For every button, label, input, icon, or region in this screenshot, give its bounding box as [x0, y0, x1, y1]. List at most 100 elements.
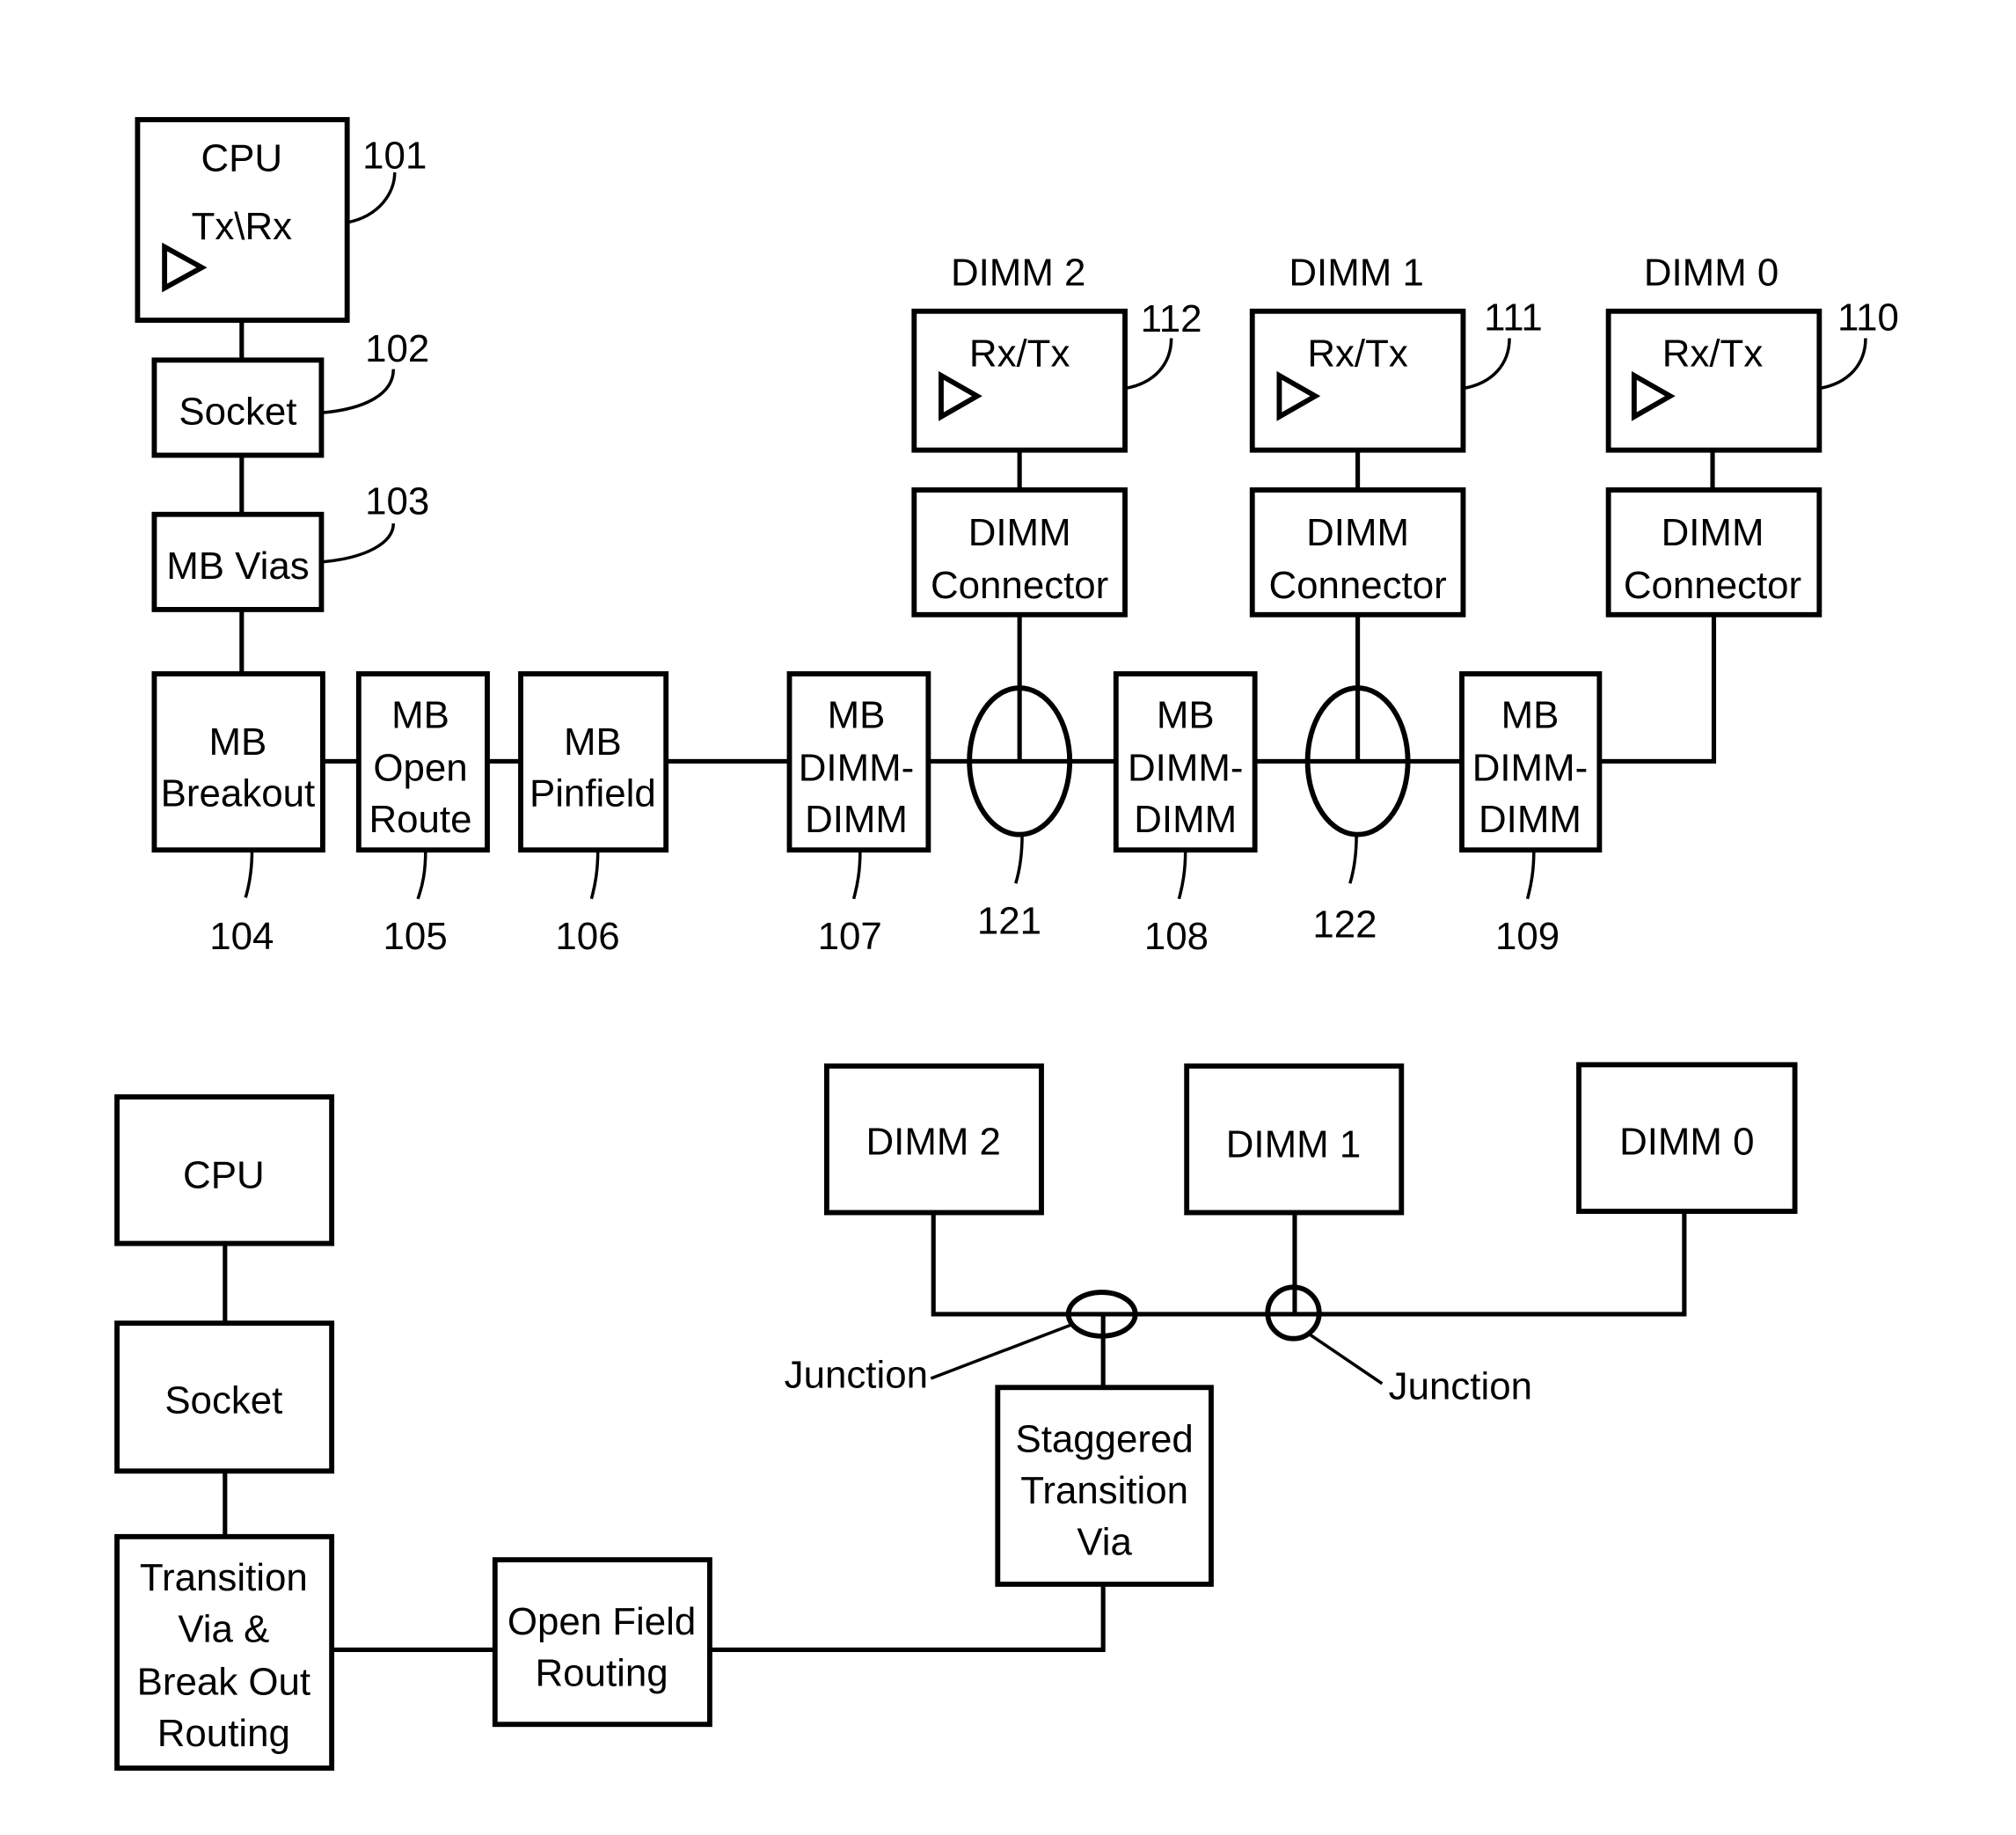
- mb-open-route-line-2: Open: [373, 746, 467, 789]
- leader-102: [321, 369, 396, 415]
- mb-dimm-dimm-107-line-1: MB: [828, 693, 886, 736]
- b-staggered-line-1: Staggered: [1015, 1417, 1193, 1460]
- leader-106: [589, 850, 600, 900]
- ref-110: 110: [1837, 296, 1899, 340]
- mb-breakout-line-2: Breakout: [161, 772, 315, 815]
- b-staggered-line-2: Transition: [1020, 1469, 1188, 1512]
- b-open-field-block: Open Field Routing: [492, 1557, 712, 1728]
- b-dimm1-label: DIMM 1: [1226, 1123, 1361, 1166]
- b-transition-line-3: Break Out: [137, 1661, 310, 1704]
- ref-101: 101: [362, 135, 427, 178]
- ref-121: 121: [977, 899, 1041, 942]
- dimm-2-connector-line-1: DIMM: [968, 511, 1071, 554]
- dimm-2-title: DIMM 2: [951, 252, 1085, 295]
- leader-109: [1525, 850, 1536, 900]
- b-cpu-block: CPU: [114, 1093, 335, 1246]
- b-junction-right-label: Junction: [1389, 1364, 1532, 1407]
- mb-vias-block: MB Vias: [151, 511, 325, 612]
- dimm-1-connector-line-1: DIMM: [1306, 511, 1409, 554]
- mb-pinfield-block: MB Pinfield: [518, 671, 669, 853]
- dimm-0-rxtx-label: Rx/Tx: [1662, 333, 1764, 376]
- memory-topology-diagram: CPU Tx\Rx 101 Socket 102 MB Vias 103 MB …: [114, 117, 1899, 1771]
- mb-breakout-block: MB Breakout: [151, 671, 325, 853]
- socket-label: Socket: [179, 390, 296, 433]
- b-dimm0-block: DIMM 0: [1576, 1062, 1798, 1214]
- leader-101: [347, 172, 397, 224]
- leader-110: [1819, 338, 1867, 391]
- mb-dimm-dimm-109-line-1: MB: [1501, 693, 1559, 736]
- mb-breakout-line-1: MB: [209, 720, 267, 764]
- mb-open-route-line-3: Route: [369, 798, 471, 841]
- b-socket-block: Socket: [114, 1320, 335, 1474]
- mb-dimm-dimm-108-line-1: MB: [1157, 693, 1215, 736]
- b-junction-left-label: Junction: [785, 1353, 928, 1396]
- b-transition-line-1: Transition: [140, 1556, 308, 1599]
- b-staggered-line-3: Via: [1077, 1520, 1132, 1563]
- ref-107: 107: [818, 915, 882, 958]
- ref-109: 109: [1495, 915, 1559, 958]
- ref-104: 104: [209, 915, 274, 958]
- mb-dimm-dimm-109-block: MB DIMM- DIMM: [1459, 671, 1603, 853]
- b-staggered-block: Staggered Transition Via: [995, 1385, 1214, 1587]
- b-dimm2-block: DIMM 2: [823, 1063, 1044, 1216]
- dimm-0-connector-line-2: Connector: [1624, 564, 1801, 607]
- dimm-0-connector-line-1: DIMM: [1662, 511, 1764, 554]
- dimm-1-group: DIMM 1 Rx/Tx DIMM Connector 111: [1249, 252, 1543, 618]
- mb-dimm-dimm-108-block: MB DIMM- DIMM: [1113, 671, 1258, 853]
- cpu-title: CPU: [201, 136, 283, 179]
- b-dimm1-block: DIMM 1: [1184, 1063, 1405, 1216]
- dimm-2-rxtx-label: Rx/Tx: [969, 333, 1070, 376]
- b-transition-line-4: Routing: [157, 1712, 290, 1755]
- ref-112: 112: [1141, 297, 1202, 340]
- b-cpu-label: CPU: [183, 1154, 265, 1197]
- leader-104: [244, 850, 254, 898]
- ref-122: 122: [1312, 903, 1377, 947]
- mb-dimm-dimm-107-line-2: DIMM-: [799, 746, 915, 789]
- b-junction-left-leader: [930, 1323, 1073, 1380]
- b-junction-right-leader: [1309, 1333, 1384, 1385]
- wire-main-bus-6: [1599, 614, 1717, 764]
- b-dimm2-label: DIMM 2: [866, 1121, 1000, 1164]
- dimm-1-rxtx-label: Rx/Tx: [1307, 333, 1408, 376]
- mb-dimm-dimm-109-line-3: DIMM: [1479, 798, 1581, 841]
- mb-open-route-block: MB Open Route: [355, 671, 490, 853]
- dimm-0-title: DIMM 0: [1644, 252, 1779, 295]
- mb-vias-label: MB Vias: [166, 545, 309, 588]
- leader-107: [851, 850, 862, 900]
- leader-112: [1124, 338, 1173, 391]
- dimm-1-connector-line-2: Connector: [1268, 564, 1446, 607]
- dimm-2-connector-line-2: Connector: [931, 564, 1108, 607]
- dimm-0-group: DIMM 0 Rx/Tx DIMM Connector 110: [1605, 252, 1899, 618]
- cpu-block: CPU Tx\Rx: [135, 117, 350, 323]
- leader-121: [1014, 834, 1024, 884]
- ref-103: 103: [365, 480, 429, 523]
- socket-block: Socket: [151, 357, 325, 458]
- leader-111: [1463, 338, 1511, 391]
- ref-111: 111: [1484, 296, 1543, 340]
- leader-122: [1348, 834, 1358, 884]
- mb-dimm-dimm-108-line-2: DIMM-: [1128, 746, 1244, 789]
- leader-108: [1177, 850, 1187, 900]
- top-diagram: CPU Tx\Rx 101 Socket 102 MB Vias 103 MB …: [135, 117, 1899, 958]
- b-transition-line-2: Via &: [178, 1608, 269, 1651]
- ref-108: 108: [1144, 915, 1209, 958]
- mb-dimm-dimm-108-line-3: DIMM: [1134, 798, 1237, 841]
- wire-b-bus: [931, 1211, 1687, 1317]
- leader-103: [321, 523, 396, 564]
- cpu-txrx-label: Tx\Rx: [192, 205, 293, 248]
- dimm-1-title: DIMM 1: [1289, 252, 1423, 295]
- ref-106: 106: [555, 915, 619, 958]
- mb-dimm-dimm-109-line-2: DIMM-: [1472, 746, 1588, 789]
- wire-b-openfield-staggered: [709, 1583, 1106, 1653]
- mb-pinfield-line-2: Pinfield: [530, 772, 656, 815]
- b-socket-label: Socket: [164, 1378, 282, 1422]
- b-transition-via-block: Transition Via & Break Out Routing: [114, 1533, 335, 1771]
- mb-dimm-dimm-107-line-3: DIMM: [805, 798, 908, 841]
- bottom-diagram: CPU Socket Transition Via & Break Out Ro…: [114, 1062, 1798, 1771]
- ref-105: 105: [383, 915, 448, 958]
- b-open-field-line-1: Open Field: [508, 1600, 696, 1643]
- mb-pinfield-line-1: MB: [564, 720, 622, 764]
- b-dimm0-label: DIMM 0: [1619, 1121, 1754, 1164]
- b-open-field-line-2: Routing: [536, 1651, 668, 1694]
- mb-dimm-dimm-107-block: MB DIMM- DIMM: [786, 671, 931, 853]
